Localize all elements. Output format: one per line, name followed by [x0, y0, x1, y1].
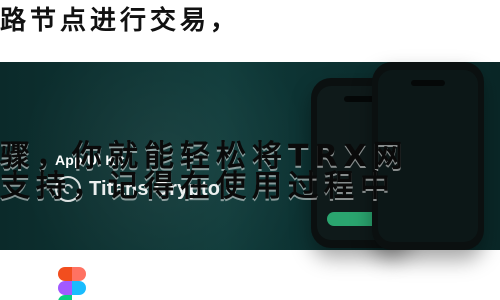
- figma-icon: [58, 267, 86, 300]
- overlay-text-top: 路节点进行交易，: [0, 6, 241, 36]
- phone-notch: [411, 80, 445, 86]
- overlay-text-middle-2: 支持，记得在使用过程中: [0, 169, 396, 204]
- screenshot-stage: App UI Kit Titans Crypto 路节点进行交易， 骤，你就能轻…: [0, 0, 500, 300]
